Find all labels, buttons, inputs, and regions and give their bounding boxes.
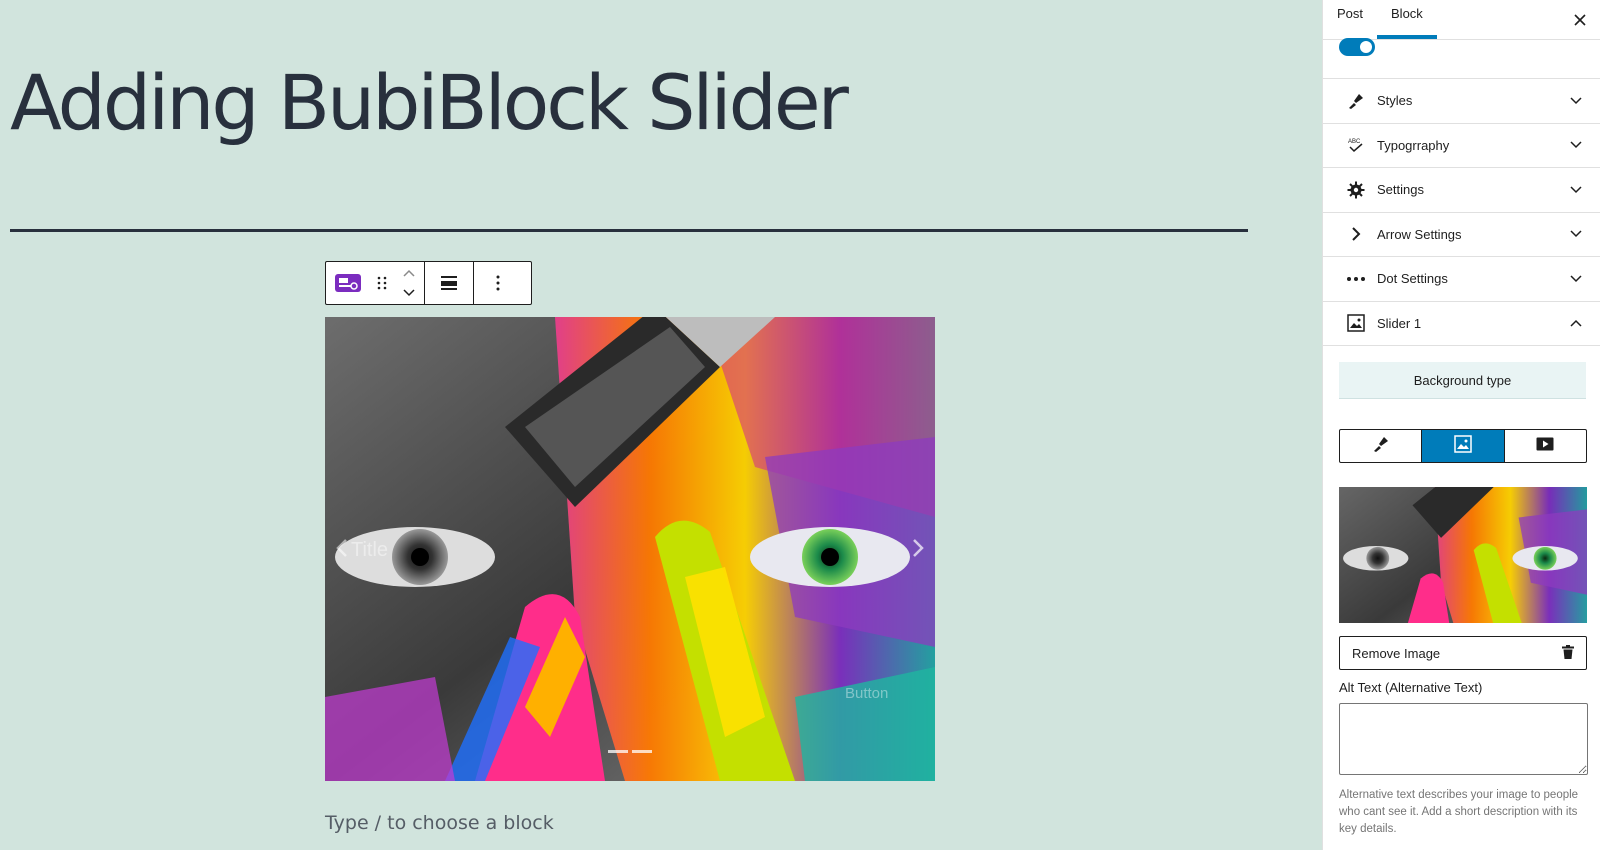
panel-label: Typogrraphy	[1377, 137, 1450, 153]
panel-slider-1[interactable]: Slider 1	[1323, 302, 1600, 346]
block-toolbar	[325, 261, 532, 305]
background-color-option[interactable]	[1340, 430, 1423, 462]
panel-label: Arrow Settings	[1377, 226, 1462, 242]
image-icon	[1345, 312, 1367, 334]
brush-icon	[1345, 90, 1367, 112]
dots-icon	[1345, 268, 1367, 290]
slider-block[interactable]: Title Button	[325, 317, 935, 781]
slider-dot[interactable]	[608, 750, 628, 753]
background-image-preview[interactable]	[1339, 487, 1587, 623]
alt-text-help: Alternative text describes your image to…	[1339, 789, 1579, 835]
post-title[interactable]: Adding BubiBlock Slider	[10, 58, 849, 147]
next-arrow-icon[interactable]	[905, 533, 931, 563]
chevron-down-icon	[1568, 137, 1584, 153]
panel-typography[interactable]: ABC Typogrraphy	[1323, 124, 1600, 168]
brush-icon	[1372, 435, 1390, 458]
video-icon	[1536, 437, 1554, 456]
move-down-icon[interactable]	[403, 284, 415, 302]
block-appender[interactable]: Type / to choose a block	[325, 812, 554, 834]
block-type-group	[326, 262, 425, 304]
background-image-option[interactable]	[1422, 430, 1505, 462]
slide-image	[325, 317, 935, 781]
toggle-row	[1323, 38, 1600, 79]
panel-settings[interactable]: Settings	[1323, 168, 1600, 213]
panel-arrow-settings[interactable]: Arrow Settings	[1323, 213, 1600, 257]
slider-dots	[325, 750, 935, 753]
separator-block[interactable]	[10, 229, 1248, 232]
settings-sidebar: Post Block Styles ABC Typogrraphy Settin…	[1322, 0, 1600, 850]
background-type-selector	[1339, 429, 1587, 463]
tab-post[interactable]: Post	[1323, 0, 1377, 39]
close-icon[interactable]	[1568, 8, 1592, 32]
tab-block[interactable]: Block	[1377, 0, 1437, 39]
sidebar-tabs: Post Block	[1323, 0, 1600, 40]
slider-dot[interactable]	[632, 750, 652, 753]
remove-image-button[interactable]: Remove Image	[1339, 636, 1587, 670]
align-group	[425, 262, 474, 304]
panel-label: Dot Settings	[1377, 271, 1448, 287]
block-mover	[394, 262, 424, 304]
chevron-up-icon	[1568, 315, 1584, 331]
chevron-down-icon	[1568, 271, 1584, 287]
gear-icon	[1345, 179, 1367, 201]
panel-label: Slider 1	[1377, 315, 1422, 331]
enable-toggle[interactable]	[1339, 38, 1375, 56]
move-up-icon[interactable]	[403, 264, 415, 282]
chevron-down-icon	[1568, 226, 1584, 242]
trash-icon	[1562, 644, 1574, 662]
editor-canvas: Adding BubiBlock Slider Title Button Typ…	[0, 0, 1322, 850]
align-icon[interactable]	[425, 262, 473, 304]
slide-title[interactable]: Title	[351, 539, 388, 562]
panel-label: Styles	[1377, 93, 1413, 109]
svg-text:ABC: ABC	[1348, 139, 1361, 145]
slider-block-icon[interactable]	[326, 262, 370, 304]
chevron-down-icon	[1568, 182, 1584, 198]
chevron-right-icon	[1345, 223, 1367, 245]
chevron-down-icon	[1568, 93, 1584, 109]
drag-handle-icon[interactable]	[370, 262, 394, 304]
background-type-heading: Background type	[1339, 362, 1586, 399]
alt-text-label: Alt Text (Alternative Text)	[1339, 680, 1483, 695]
slide-button[interactable]: Button	[845, 685, 888, 702]
image-icon	[1454, 434, 1472, 458]
panel-dot-settings[interactable]: Dot Settings	[1323, 257, 1600, 302]
remove-image-label: Remove Image	[1352, 645, 1441, 661]
panel-styles[interactable]: Styles	[1323, 79, 1600, 124]
alt-text-field[interactable]	[1339, 703, 1588, 775]
more-options-icon[interactable]	[474, 262, 522, 304]
options-group	[474, 262, 522, 304]
typography-icon: ABC	[1345, 134, 1367, 156]
background-video-option[interactable]	[1505, 430, 1586, 462]
panel-label: Settings	[1377, 182, 1424, 198]
